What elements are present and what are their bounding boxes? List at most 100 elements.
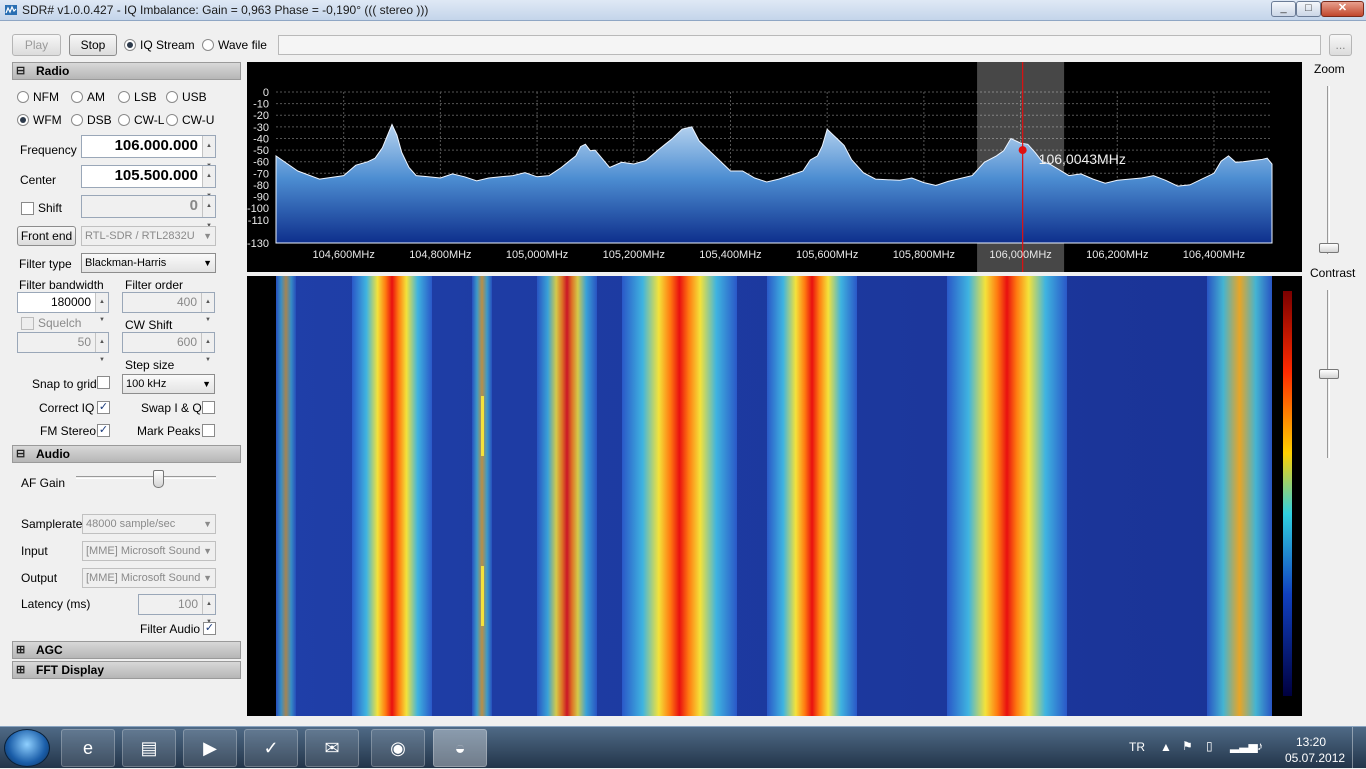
agc-section-header[interactable]: ⊞ AGC [12,641,241,659]
filter-order-spinner[interactable]: ▲ ▼ [201,293,214,323]
x-tick-label: 105,000MHz [506,249,568,261]
fm-stereo-checkbox[interactable]: ✓ [97,424,110,437]
mode-radio-cw-u[interactable]: CW-U [166,113,214,127]
frequency-input[interactable]: 106.000.000▲▼ [81,135,216,169]
front-end-select[interactable]: RTL-SDR / RTL2832U ▼ [81,226,216,246]
internet-explorer-icon[interactable]: e [61,729,115,767]
output-device-select[interactable]: [MME] Microsoft Sound ▼ [82,568,216,588]
mode-label: CW-L [134,113,165,127]
chrome-icon[interactable]: ◉ [371,729,425,767]
volume-icon[interactable]: ♪ [1257,739,1263,753]
clock-date[interactable]: 05.07.2012 [1285,751,1345,765]
clock-time[interactable]: 13:20 [1296,735,1326,749]
frequency-spinner[interactable]: ▲▼ [202,136,215,169]
shift-input[interactable]: 0▲▼ [81,195,216,229]
file-explorer-icon[interactable]: ▤ [122,729,176,767]
iq-stream-radio[interactable]: IQ Stream [124,38,195,52]
checkmark-app-icon[interactable]: ✓ [244,729,298,767]
filter-bandwidth-input[interactable]: 180000 ▲ ▼ [17,292,109,323]
section-title: FFT Display [36,663,105,677]
front-end-button[interactable]: Front end [17,226,76,246]
latency-input[interactable]: 100 ▲▼ [138,594,216,625]
mode-radio-am[interactable]: AM [71,90,105,104]
center-spinner[interactable]: ▲▼ [202,166,215,199]
action-center-flag-icon[interactable]: ⚑ [1182,739,1193,753]
wave-file-radio[interactable]: Wave file [202,38,267,52]
waterfall-plot[interactable] [247,276,1302,716]
correct-iq-checkbox[interactable]: ✓ [97,401,110,414]
swap-iq-label: Swap I & Q [141,401,202,415]
squelch-spinner[interactable]: ▲ ▼ [95,333,108,363]
waterfall-band [767,276,857,716]
step-size-select[interactable]: 100 kHz ▼ [122,374,215,394]
mode-radio-dsb[interactable]: DSB [71,113,112,127]
sdr-taskbar-icon[interactable]: ◒ [433,729,487,767]
play-button[interactable]: Play [12,34,61,56]
mode-radio-wfm[interactable]: WFM [17,113,62,127]
af-gain-label: AF Gain [21,476,66,490]
snap-to-grid-checkbox[interactable] [97,376,110,389]
filter-audio-checkbox[interactable]: ✓ [203,622,216,635]
input-device-select[interactable]: [MME] Microsoft Sound ▼ [82,541,216,561]
device-icon[interactable]: ▯ [1206,739,1213,753]
latency-value: 100 [177,597,198,611]
filter-type-select[interactable]: Blackman-Harris ▼ [81,253,216,273]
toolbar: Play Stop IQ Stream Wave file ... [0,22,1366,62]
mark-peaks-checkbox[interactable] [202,424,215,437]
squelch-input[interactable]: 50 ▲ ▼ [17,332,109,363]
chevron-down-icon: ▼ [203,519,212,529]
samplerate-select[interactable]: 48000 sample/sec ▼ [82,514,216,534]
samplerate-value: 48000 sample/sec [86,518,176,530]
close-button[interactable]: ✕ [1321,1,1364,17]
fft-display-section-header[interactable]: ⊞ FFT Display [12,661,241,679]
filter-order-input[interactable]: 400 ▲ ▼ [122,292,215,323]
mode-radio-lsb[interactable]: LSB [118,90,157,104]
shift-spinner[interactable]: ▲▼ [202,196,215,229]
signal-icon[interactable]: ▂▃▅ [1230,739,1258,753]
minimize-button[interactable]: _ [1271,1,1296,17]
file-path-input[interactable] [278,35,1321,55]
swap-iq-checkbox[interactable] [202,401,215,414]
front-end-value: RTL-SDR / RTL2832U [85,230,195,242]
media-player-icon[interactable]: ▶ [183,729,237,767]
filter-bandwidth-spinner[interactable]: ▲ ▼ [95,293,108,323]
center-value: 105.500.000 [114,167,198,184]
radio-dot [71,91,83,103]
browse-button[interactable]: ... [1329,34,1352,56]
shift-value: 0 [189,197,198,214]
cw-shift-input[interactable]: 600 ▲ ▼ [122,332,215,363]
contrast-slider-thumb[interactable] [1319,369,1339,379]
squelch-checkbox[interactable] [21,317,34,330]
mail-app-icon[interactable]: ✉ [305,729,359,767]
mode-radio-cw-l[interactable]: CW-L [118,113,164,127]
input-label: Input [21,544,48,558]
y-tick-label: -20 [253,110,269,122]
radio-section-header[interactable]: ⊟ Radio [12,62,241,80]
af-gain-slider[interactable] [76,476,216,479]
radio-dot [124,39,136,51]
center-input[interactable]: 105.500.000▲▼ [81,165,216,199]
zoom-slider[interactable] [1327,86,1330,254]
start-button[interactable] [4,729,50,767]
show-desktop-button[interactable] [1352,727,1366,769]
waterfall-display[interactable] [247,276,1302,716]
tray-expand-icon[interactable]: ▲ [1160,740,1172,754]
spectrum-analyzer[interactable]: 106,0043MHz 0 -10 -20 -30 -40 -50 -60 -70 -80 -90… [247,62,1302,272]
mode-radio-nfm[interactable]: NFM [17,90,59,104]
waterfall-spike [481,396,484,456]
zoom-slider-thumb[interactable] [1319,243,1339,253]
zoom-label: Zoom [1314,62,1345,76]
samplerate-label: Samplerate [21,517,83,531]
contrast-label: Contrast [1310,266,1356,280]
latency-spinner[interactable]: ▲▼ [202,595,215,625]
tuned-frequency-label: 106,0043MHz [1039,151,1126,167]
spectrum-plot[interactable]: 106,0043MHz 0-10-20-30-40-50-60-70-80-90… [247,62,1302,272]
af-gain-slider-thumb[interactable] [153,470,164,488]
audio-section-header[interactable]: ⊟ Audio [12,445,241,463]
language-indicator[interactable]: TR [1129,740,1145,754]
stop-button[interactable]: Stop [69,34,117,56]
maximize-button[interactable]: □ [1296,1,1321,17]
shift-checkbox[interactable] [21,202,34,215]
cw-shift-spinner[interactable]: ▲ ▼ [201,333,214,363]
mode-radio-usb[interactable]: USB [166,90,207,104]
